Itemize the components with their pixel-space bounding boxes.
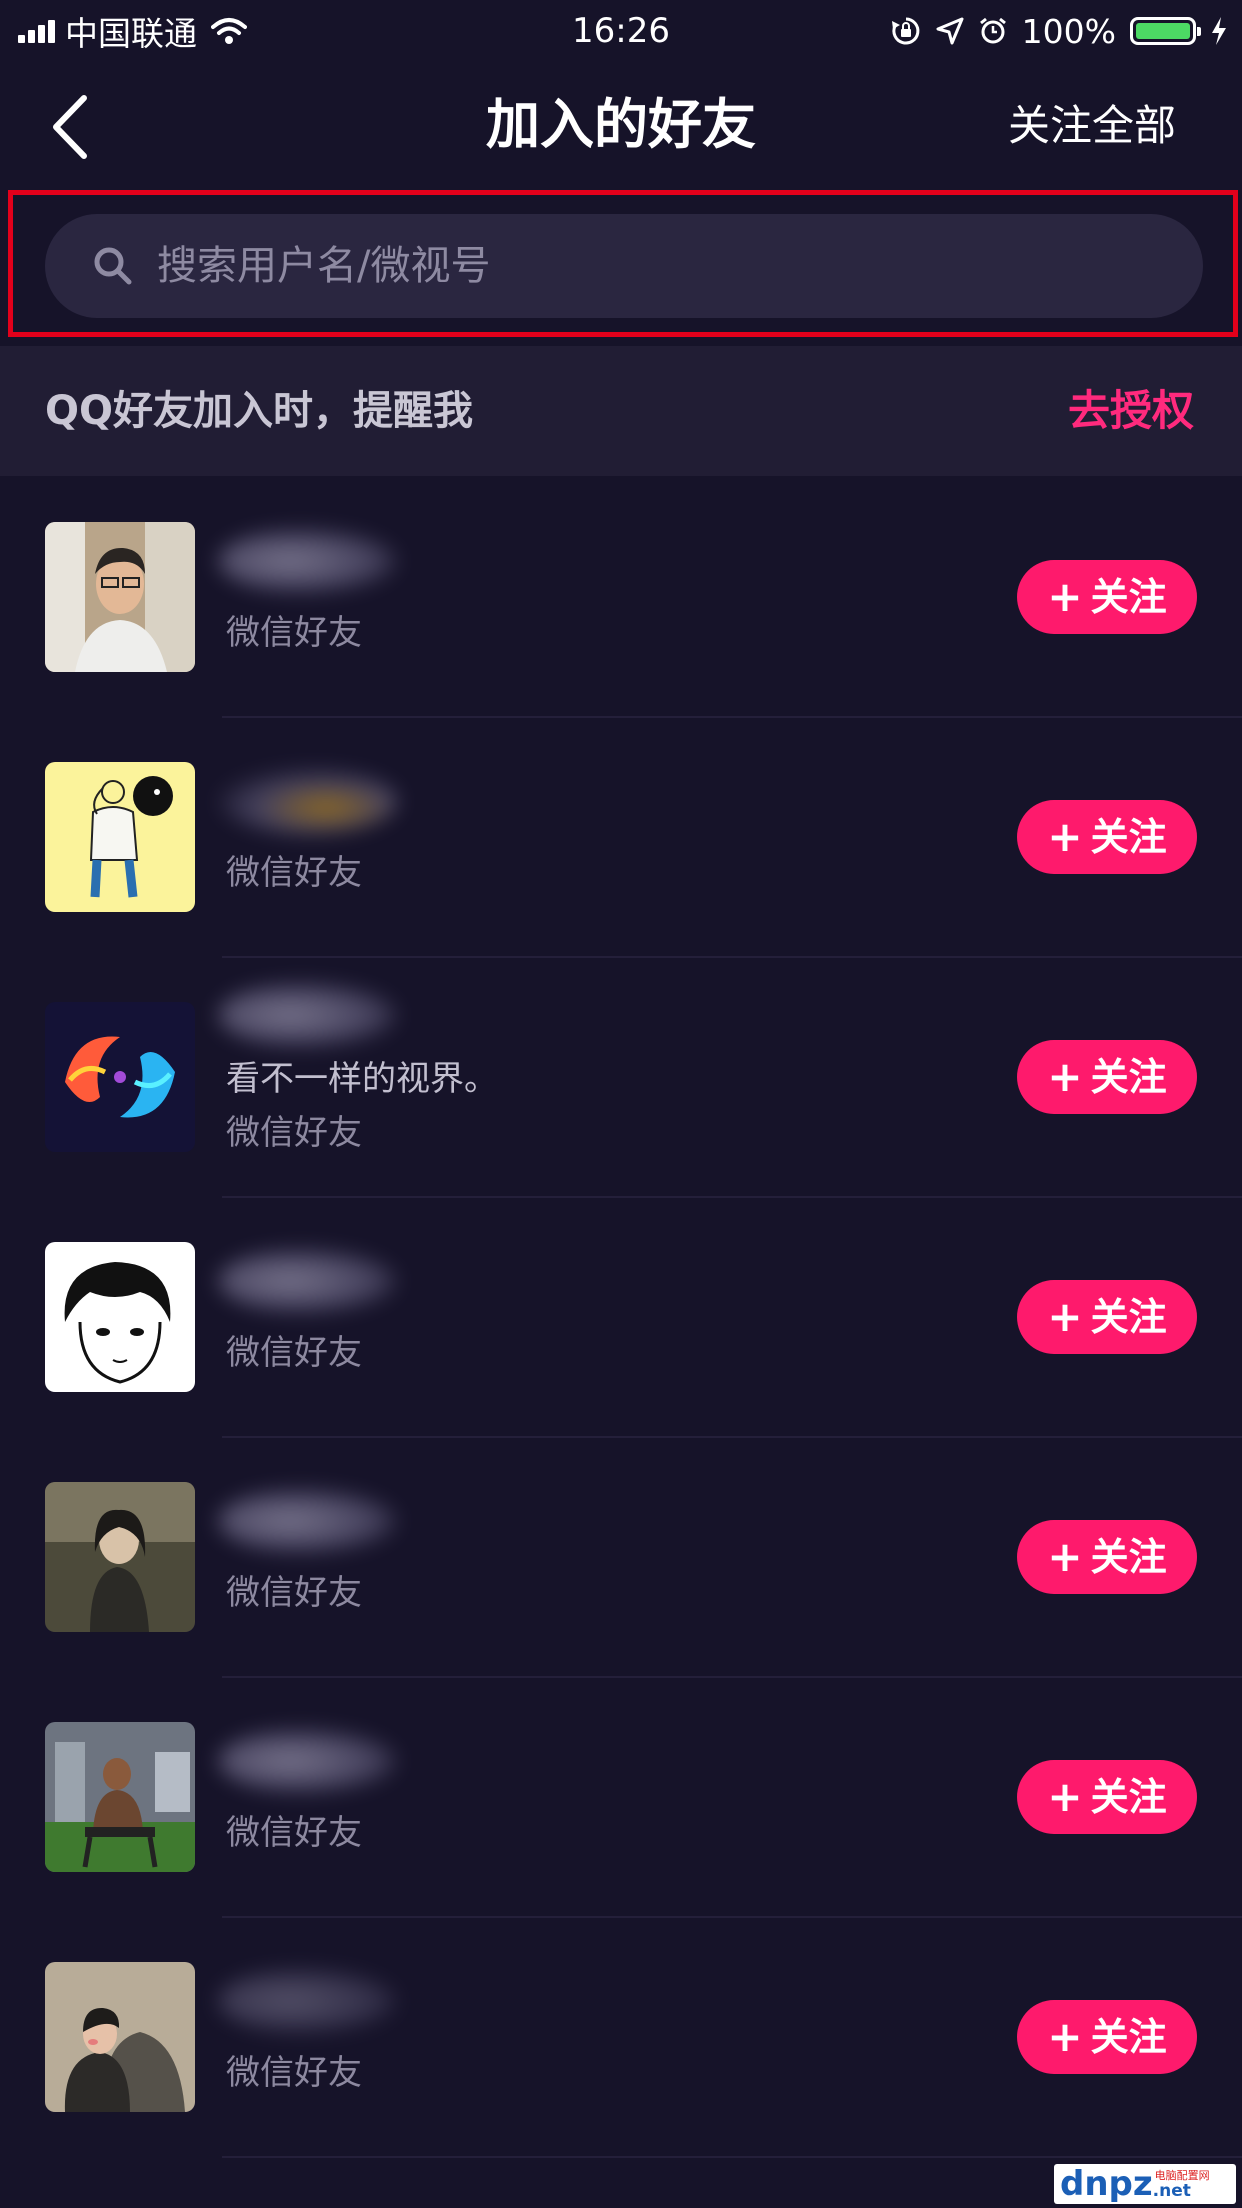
blurred-username — [218, 1488, 398, 1554]
avatar[interactable] — [45, 1482, 195, 1632]
blurred-username — [218, 1968, 398, 2034]
location-icon — [936, 17, 964, 45]
follow-label: 关注 — [1090, 1055, 1167, 1099]
watermark-logo: dnpz — [1060, 2164, 1153, 2204]
qq-reminder-bar: QQ好友加入时，提醒我 去授权 — [0, 346, 1242, 476]
plus-icon: + — [1047, 2012, 1083, 2061]
site-watermark: dnpz 电脑配置网 .net — [1054, 2164, 1236, 2204]
friend-source: 微信好友 — [226, 1573, 362, 1613]
watermark-subtitle: 电脑配置网 — [1154, 2168, 1210, 2182]
friend-list: 微信好友 + 关注 微信好友 + 关注 看不一样的视界。 微信好友 + 关注 微… — [0, 478, 1242, 2158]
plus-icon: + — [1047, 1772, 1083, 1821]
follow-button[interactable]: + 关注 — [1017, 1520, 1197, 1594]
friend-source: 微信好友 — [226, 613, 362, 653]
list-item[interactable]: 微信好友 + 关注 — [0, 1678, 1242, 1918]
plus-icon: + — [1047, 572, 1083, 621]
alarm-icon — [979, 17, 1006, 44]
follow-label: 关注 — [1090, 815, 1167, 859]
avatar[interactable] — [45, 762, 195, 912]
list-item[interactable]: 微信好友 + 关注 — [0, 1918, 1242, 2158]
list-item[interactable]: 微信好友 + 关注 — [0, 1438, 1242, 1678]
battery-percent: 100% — [1021, 11, 1116, 51]
blurred-username — [218, 1248, 398, 1314]
follow-button[interactable]: + 关注 — [1017, 1280, 1197, 1354]
battery-icon — [1130, 17, 1201, 45]
qq-reminder-text: QQ好友加入时，提醒我 — [45, 388, 474, 434]
status-bar: 中国联通 16:26 100% — [0, 0, 1242, 62]
search-input[interactable] — [155, 235, 1159, 297]
divider — [222, 2156, 1242, 2158]
plus-icon: + — [1047, 1052, 1083, 1101]
avatar[interactable] — [45, 1962, 195, 2112]
blurred-username — [218, 528, 398, 594]
follow-label: 关注 — [1090, 1295, 1167, 1339]
follow-label: 关注 — [1090, 2015, 1167, 2059]
avatar[interactable] — [45, 1242, 195, 1392]
friend-source: 微信好友 — [226, 853, 362, 893]
plus-icon: + — [1047, 1292, 1083, 1341]
friend-source: 微信好友 — [226, 1813, 362, 1853]
rotation-lock-icon — [891, 17, 920, 45]
blurred-username — [218, 1728, 398, 1794]
friend-source: 微信好友 — [226, 2053, 362, 2093]
list-item[interactable]: 看不一样的视界。 微信好友 + 关注 — [0, 958, 1242, 1198]
avatar[interactable] — [45, 522, 195, 672]
follow-label: 关注 — [1090, 575, 1167, 619]
blurred-username — [218, 768, 398, 834]
follow-button[interactable]: + 关注 — [1017, 800, 1197, 874]
avatar[interactable] — [45, 1002, 195, 1152]
friend-bio: 看不一样的视界。 — [226, 1059, 498, 1099]
search-bar[interactable] — [45, 214, 1203, 318]
follow-label: 关注 — [1090, 1535, 1167, 1579]
navigation-bar: 加入的好友 关注全部 — [0, 62, 1242, 186]
plus-icon: + — [1047, 812, 1083, 861]
friend-source: 微信好友 — [226, 1333, 362, 1373]
follow-label: 关注 — [1090, 1775, 1167, 1819]
plus-icon: + — [1047, 1532, 1083, 1581]
follow-button[interactable]: + 关注 — [1017, 1760, 1197, 1834]
avatar[interactable] — [45, 1722, 195, 1872]
list-item[interactable]: 微信好友 + 关注 — [0, 478, 1242, 718]
list-item[interactable]: 微信好友 + 关注 — [0, 718, 1242, 958]
follow-all-button[interactable]: 关注全部 — [1008, 98, 1176, 154]
blurred-username — [218, 982, 398, 1048]
follow-button[interactable]: + 关注 — [1017, 560, 1197, 634]
follow-button[interactable]: + 关注 — [1017, 2000, 1197, 2074]
list-item[interactable]: 微信好友 + 关注 — [0, 1198, 1242, 1438]
friend-source: 微信好友 — [226, 1113, 362, 1153]
charging-icon — [1212, 17, 1226, 45]
watermark-domain: .net — [1152, 2180, 1191, 2201]
status-right: 100% — [890, 8, 1228, 54]
search-icon — [94, 247, 132, 285]
follow-button[interactable]: + 关注 — [1017, 1040, 1197, 1114]
authorize-link[interactable]: 去授权 — [1068, 382, 1194, 440]
